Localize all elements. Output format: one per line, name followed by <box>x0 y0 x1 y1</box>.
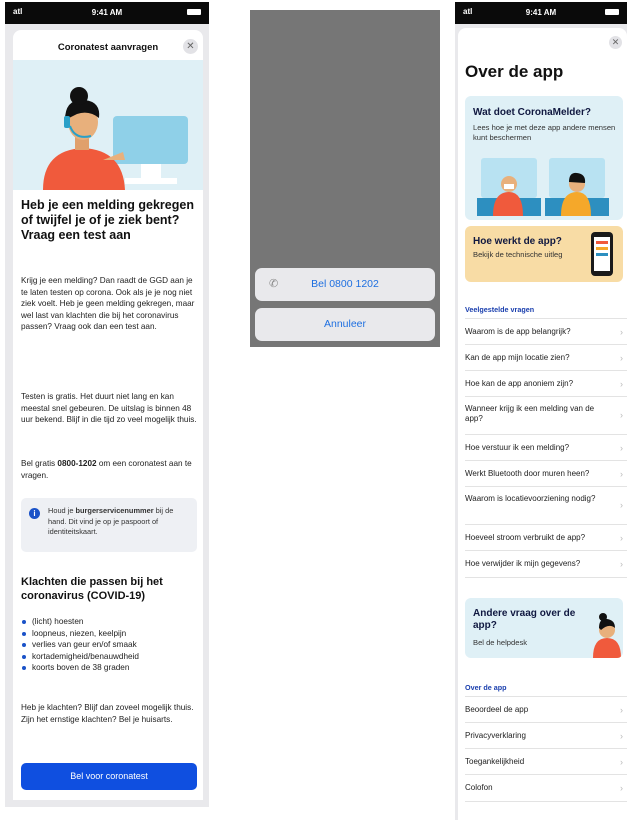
about-row[interactable]: Privacyverklaring › <box>465 722 627 749</box>
testing-paragraph: Testen is gratis. Het duurt niet lang en… <box>21 392 197 424</box>
what-does-app-card[interactable]: Wat doet CoronaMelder? Lees hoe je met d… <box>465 96 623 220</box>
about-row[interactable]: Colofon › <box>465 774 627 802</box>
battery-icon <box>605 9 619 15</box>
phone-icon: ✆ <box>269 278 279 290</box>
list-item: (licht) hoesten <box>21 616 197 628</box>
about-label: Privacyverklaring <box>465 731 526 740</box>
faq-label: Werkt Bluetooth door muren heen? <box>465 469 590 478</box>
faq-row[interactable]: Waarom is de app belangrijk? › <box>465 318 627 345</box>
call-number-label: Bel 0800 1202 <box>311 278 379 290</box>
about-label: Toegankelijkheid <box>465 757 525 766</box>
info-text-pre: Houd je <box>48 506 76 515</box>
card-title: Hoe werkt de app? <box>473 236 562 247</box>
faq-row[interactable]: Hoe kan de app anoniem zijn? › <box>465 370 627 397</box>
chevron-right-icon: › <box>620 731 623 741</box>
faq-row[interactable]: Wanneer krijg ik een melding van de app?… <box>465 396 627 435</box>
faq-header: Veelgestelde vragen <box>465 305 535 314</box>
close-icon[interactable]: ✕ <box>183 39 198 54</box>
chevron-right-icon: › <box>620 379 623 389</box>
faq-row[interactable]: Hoeveel stroom verbruikt de app? › <box>465 524 627 551</box>
coronatest-screen: atl 9:41 AM Coronatest aanvragen ✕ Heb j… <box>5 2 209 807</box>
chevron-right-icon: › <box>620 469 623 479</box>
helpdesk-illustration <box>593 613 621 658</box>
advice-paragraph: Heb je klachten? Blijf dan zoveel mogeli… <box>21 703 194 724</box>
chevron-right-icon: › <box>620 783 623 793</box>
page-title: Over de app <box>465 62 564 81</box>
about-app-screen: atl 9:41 AM ✕ Over de app Wat doet Coron… <box>455 2 627 820</box>
faq-row[interactable]: Kan de app mijn locatie zien? › <box>465 344 627 371</box>
about-label: Beoordeel de app <box>465 705 529 714</box>
page-heading: Heb je een melding gekregen of twijfel j… <box>21 198 194 242</box>
about-row[interactable]: Beoordeel de app › <box>465 696 627 723</box>
symptoms-heading: Klachten die passen bij het coronavirus … <box>21 576 163 602</box>
about-header: Over de app <box>465 683 507 692</box>
card-title: Wat doet CoronaMelder? <box>473 107 591 118</box>
info-box: i Houd je burgerservicenummer bij de han… <box>21 498 197 552</box>
card-subtitle: Lees hoe je met deze app andere mensen k… <box>473 123 616 142</box>
faq-label: Kan de app mijn locatie zien? <box>465 353 570 362</box>
status-bar: atl 9:41 AM <box>5 2 209 24</box>
status-time: 9:41 AM <box>91 8 123 17</box>
call-paragraph: Bel gratis 0800-1202 om een coronatest a… <box>21 458 197 481</box>
how-app-works-card[interactable]: Hoe werkt de app? Bekijk de technische u… <box>465 226 623 282</box>
chevron-right-icon: › <box>620 705 623 715</box>
battery-icon <box>187 9 201 15</box>
faq-label: Wanneer krijg ik een melding van de app? <box>465 404 595 423</box>
about-row[interactable]: Toegankelijkheid › <box>465 748 627 775</box>
list-item: kortademigheid/benauwdheid <box>21 651 197 663</box>
about-sheet: ✕ Over de app Wat doet CoronaMelder? Lee… <box>458 28 627 820</box>
card-subtitle: Bel de helpdesk <box>473 638 528 647</box>
chevron-right-icon: › <box>620 327 623 337</box>
call-text-pre: Bel gratis <box>21 459 58 468</box>
chevron-right-icon: › <box>620 353 623 363</box>
info-text: Houd je burgerservicenummer bij de hand.… <box>48 506 192 538</box>
faq-row[interactable]: Werkt Bluetooth door muren heen? › <box>465 460 627 487</box>
chevron-right-icon: › <box>620 757 623 767</box>
list-item: koorts boven de 38 graden <box>21 662 197 674</box>
chevron-right-icon: › <box>620 410 623 420</box>
coronatest-sheet: Coronatest aanvragen ✕ Heb je een meldin… <box>13 30 203 800</box>
faq-label: Hoe verstuur ik een melding? <box>465 443 570 452</box>
list-item: verlies van geur en/of smaak <box>21 639 197 651</box>
call-action-sheet: ✆ Bel 0800 1202 Annuleer <box>250 10 440 347</box>
chevron-right-icon: › <box>620 443 623 453</box>
chevron-right-icon: › <box>620 559 623 569</box>
call-center-illustration <box>13 60 203 190</box>
faq-row[interactable]: Waarom is locatievoorziening nodig? › <box>465 486 627 525</box>
cancel-button[interactable]: Annuleer <box>255 308 435 341</box>
faq-row[interactable]: Hoe verwijder ik mijn gegevens? › <box>465 550 627 578</box>
faq-label: Hoe kan de app anoniem zijn? <box>465 379 574 388</box>
phone-number: 0800-1202 <box>57 459 97 468</box>
chevron-right-icon: › <box>620 533 623 543</box>
faq-label: Waarom is de app belangrijk? <box>465 327 571 336</box>
call-coronatest-button[interactable]: Bel voor coronatest <box>21 763 197 790</box>
status-time: 9:41 AM <box>525 8 557 17</box>
symptom-list: (licht) hoesten loopneus, niezen, keelpi… <box>21 616 197 674</box>
faq-label: Waarom is locatievoorziening nodig? <box>465 494 596 503</box>
faq-label: Hoe verwijder ik mijn gegevens? <box>465 559 581 568</box>
info-icon: i <box>29 508 40 519</box>
train-illustration <box>477 158 609 216</box>
about-label: Colofon <box>465 783 493 792</box>
card-subtitle: Bekijk de technische uitleg <box>473 250 563 259</box>
chevron-right-icon: › <box>620 500 623 510</box>
faq-row[interactable]: Hoe verstuur ik een melding? › <box>465 434 627 461</box>
info-bold: burgerservicenummer <box>75 506 154 515</box>
close-icon[interactable]: ✕ <box>609 36 622 49</box>
list-item: loopneus, niezen, keelpijn <box>21 628 197 640</box>
call-number-button[interactable]: ✆ Bel 0800 1202 <box>255 268 435 301</box>
sheet-title: Coronatest aanvragen <box>57 42 159 53</box>
intro-paragraph: Krijg je een melding? Dan raadt de GGD a… <box>21 276 195 331</box>
phone-illustration <box>591 232 613 276</box>
faq-label: Hoeveel stroom verbruikt de app? <box>465 533 586 542</box>
helpdesk-card[interactable]: Andere vraag over de app? Bel de helpdes… <box>465 598 623 658</box>
status-bar: atl 9:41 AM <box>455 2 627 24</box>
card-title: Andere vraag over de app? <box>473 608 576 631</box>
